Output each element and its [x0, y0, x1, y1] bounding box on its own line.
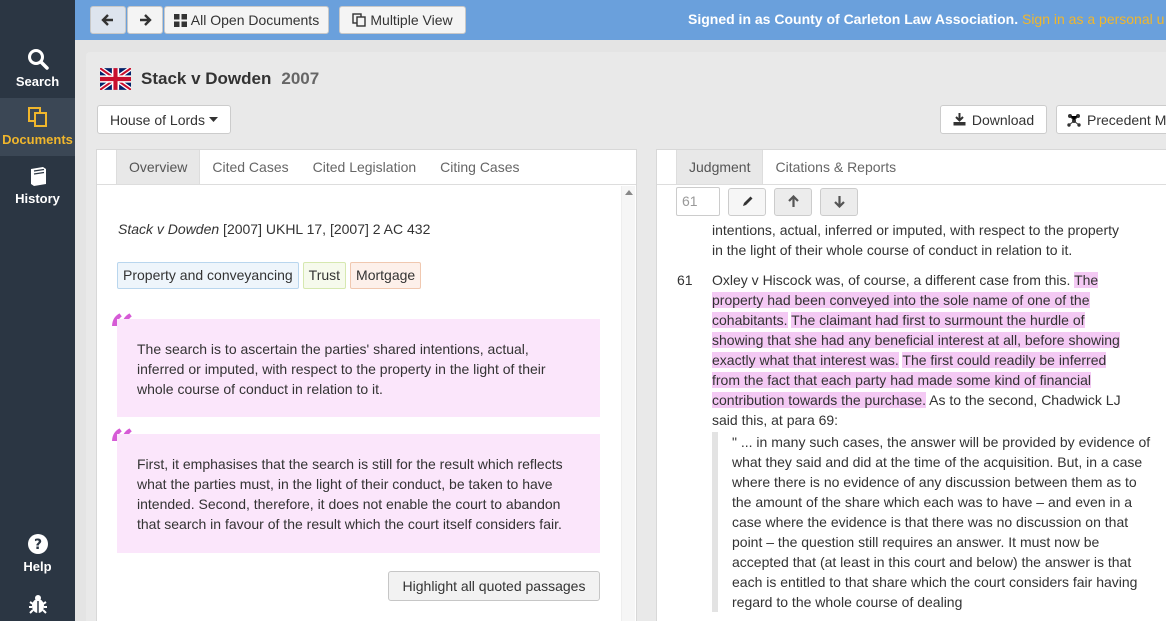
arrow-right-icon — [140, 14, 152, 26]
nav-search[interactable]: Search — [0, 40, 75, 98]
judgment-panel: Judgment Citations & Reports 61 intentio… — [656, 149, 1166, 621]
organization-name: County of Carleton Law Association — [774, 11, 1015, 27]
signed-in-prefix: Signed in as — [688, 11, 775, 27]
help-icon: ? — [27, 534, 48, 554]
block-quote-text: " ... in many such cases, the answer wil… — [732, 434, 1151, 610]
nav-help[interactable]: ? Help — [0, 525, 75, 583]
court-label: House of Lords — [110, 111, 205, 128]
nav-history[interactable]: History — [0, 157, 75, 215]
quoted-passage[interactable]: First, it emphasises that the search is … — [117, 434, 600, 553]
tab-cited-legislation[interactable]: Cited Legislation — [301, 150, 429, 184]
paragraph-number-input[interactable]: 61 — [676, 187, 720, 216]
search-icon — [27, 49, 49, 70]
tag-mortgage[interactable]: Mortgage — [350, 262, 422, 289]
book-icon — [30, 167, 46, 186]
subject-tags: Property and conveyancing Trust Mortgage — [117, 262, 422, 289]
nav-history-label: History — [15, 191, 60, 206]
right-tabs: Judgment Citations & Reports — [657, 150, 1166, 185]
precedent-map-button[interactable]: Precedent Map — [1056, 105, 1166, 134]
edit-button[interactable] — [728, 187, 766, 216]
all-open-documents-label: All Open Documents — [190, 12, 320, 28]
scroll-up-arrow-icon[interactable] — [625, 190, 633, 195]
personal-sign-in-link[interactable]: Sign in as a personal u — [1022, 11, 1164, 27]
paragraph-61: Oxley v Hiscock was, of course, a differ… — [712, 270, 1132, 430]
case-title: Stack v Dowden — [141, 69, 272, 88]
tab-citing-cases[interactable]: Citing Cases — [428, 150, 531, 184]
nav-help-label: Help — [23, 559, 52, 574]
download-label: Download — [971, 111, 1035, 128]
citation-case-name: Stack v Dowden — [118, 221, 220, 237]
download-button[interactable]: Download — [940, 105, 1047, 134]
paragraph-number: 61 — [677, 272, 693, 288]
nav-documents-label: Documents — [2, 132, 73, 147]
back-button[interactable] — [90, 6, 126, 34]
tab-overview[interactable]: Overview — [116, 150, 201, 184]
nav-search-label: Search — [15, 74, 60, 89]
document-view: Stack v Dowden 2007 House of Lords Downl… — [86, 52, 1166, 621]
next-paragraph-button[interactable] — [820, 187, 858, 216]
previous-paragraph-button[interactable] — [774, 187, 812, 216]
tab-citations-reports[interactable]: Citations & Reports — [763, 150, 908, 184]
paragraph-text: Oxley v Hiscock was, of course, a differ… — [712, 272, 1075, 288]
overview-scrollbar[interactable] — [621, 186, 635, 621]
top-bar: All Open Documents Multiple View Signed … — [75, 0, 1166, 40]
judgment-toolbar: 61 — [676, 187, 858, 216]
tab-cited-cases[interactable]: Cited Cases — [200, 150, 300, 184]
signed-in-separator: . — [1014, 11, 1022, 27]
pencil-icon — [742, 196, 752, 206]
multiple-view-label: Multiple View — [370, 12, 453, 28]
uk-flag-icon — [100, 68, 131, 90]
left-tabs: Overview Cited Cases Cited Legislation C… — [97, 150, 636, 185]
nav-bug-report[interactable] — [0, 585, 75, 621]
download-icon — [953, 113, 966, 126]
left-navigation: Search Documents History ? Help — [0, 0, 75, 621]
case-citation: Stack v Dowden [2007] UKHL 17, [2007] 2 … — [118, 221, 430, 237]
precedent-map-label: Precedent Map — [1087, 111, 1166, 128]
nav-documents[interactable]: Documents — [0, 98, 75, 156]
tag-trust[interactable]: Trust — [302, 262, 347, 289]
signed-in-status: Signed in as County of Carleton Law Asso… — [688, 11, 1164, 27]
arrow-up-icon — [787, 195, 799, 207]
caret-down-icon — [208, 116, 218, 122]
bug-icon — [28, 595, 47, 614]
block-quote: " ... in many such cases, the answer wil… — [712, 432, 1152, 612]
overview-panel: Overview Cited Cases Cited Legislation C… — [96, 149, 637, 621]
all-open-documents-button[interactable]: All Open Documents — [164, 6, 329, 34]
document-title: Stack v Dowden 2007 — [100, 68, 319, 90]
documents-icon — [27, 107, 47, 127]
quoted-passage-text: The search is to ascertain the parties' … — [137, 341, 546, 397]
arrow-down-icon — [833, 196, 845, 208]
citation-reference: [2007] UKHL 17, [2007] 2 AC 432 — [219, 221, 431, 237]
tab-judgment[interactable]: Judgment — [676, 150, 764, 184]
network-icon — [1067, 113, 1081, 127]
forward-button[interactable] — [127, 6, 163, 34]
multiple-view-button[interactable]: Multiple View — [339, 6, 466, 34]
quoted-passage-text: First, it emphasises that the search is … — [137, 456, 563, 532]
grid-icon — [173, 13, 187, 27]
copy-icon — [352, 13, 367, 27]
quoted-passage[interactable]: The search is to ascertain the parties' … — [117, 319, 600, 417]
svg-text:?: ? — [33, 537, 41, 553]
case-year: 2007 — [281, 69, 320, 88]
court-dropdown[interactable]: House of Lords — [97, 105, 231, 134]
arrow-left-icon — [101, 14, 113, 26]
tag-property[interactable]: Property and conveyancing — [117, 262, 299, 289]
previous-paragraph-text: intentions, actual, inferred or imputed,… — [712, 222, 1119, 258]
highlight-quoted-passages-button[interactable]: Highlight all quoted passages — [388, 571, 600, 601]
